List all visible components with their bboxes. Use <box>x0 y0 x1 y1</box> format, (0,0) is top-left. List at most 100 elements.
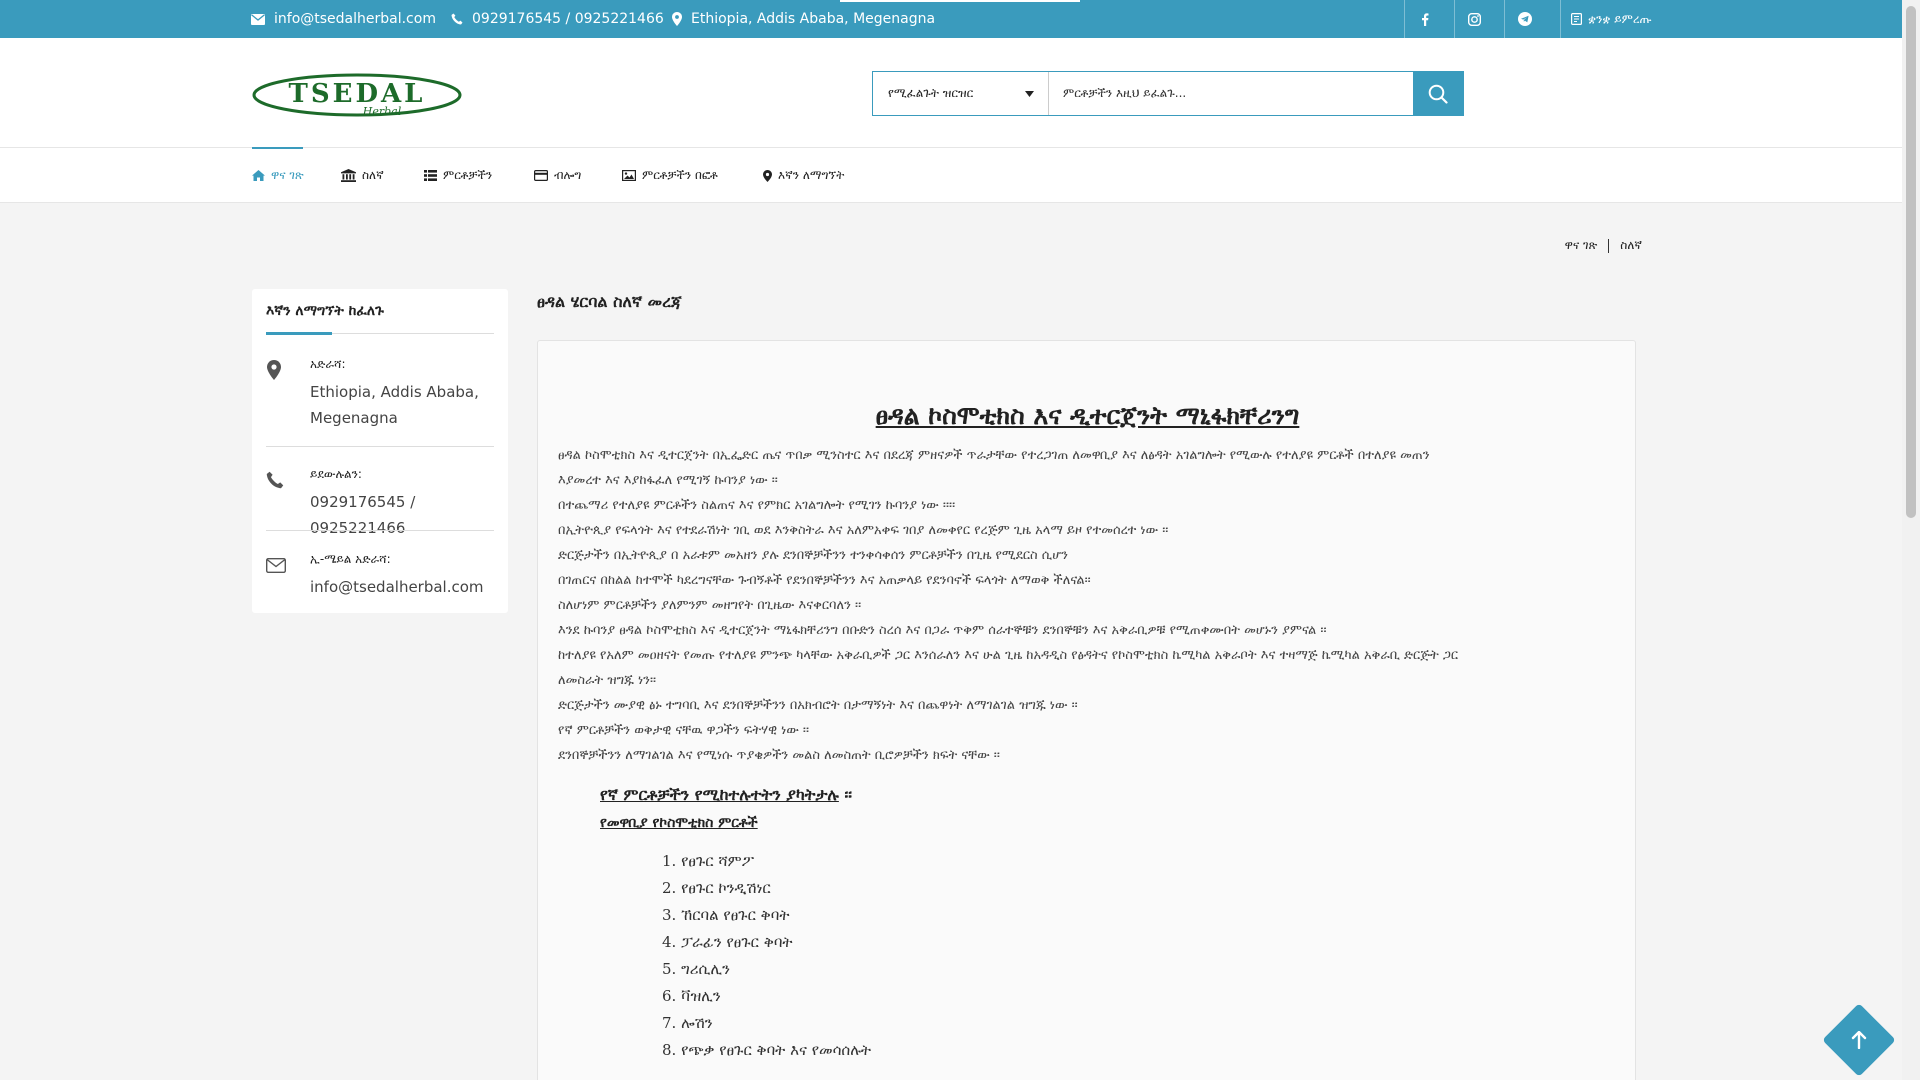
nav-item-home[interactable]: ዋና ገጽ <box>252 148 304 203</box>
list-item: 4. ፓራፊን የፀጉር ቅባት <box>662 933 793 951</box>
page-title: ፀዳል ሄርባል ስለኛ መረጃ <box>537 292 682 311</box>
list-item: 1. የፀጉር ሻምፖ <box>662 852 754 870</box>
paragraph-line: ስለሆነም ምርቶቻችን ያለምንም መዘግየት በጊዜው እናቀርባለን ፡፡ <box>558 598 862 613</box>
list-item: 8. የጭቃ የፀጉር ቅባት እና የመሳሰሉት <box>662 1041 872 1059</box>
breadcrumb-current: ስለኛ <box>1620 238 1642 252</box>
sidebar-title-accent <box>266 332 332 335</box>
search-button[interactable] <box>1413 72 1463 115</box>
company-heading: ፀዳል ኮስሞቲክስ እና ዲተርጀንት ማኒፋክቸሪንግ <box>875 401 1300 430</box>
sidebar-email[interactable]: ኢ-ሜይል አድራሻ: info@tsedalherbal.com <box>266 552 494 604</box>
products-subheading-text: የኛ ምርቶቻችን የሚከተሉተትን ያካትታሉ <box>600 785 839 804</box>
list-item: 7. ሎሽን <box>662 1014 713 1032</box>
nav-item-label: ብሎግ <box>554 168 582 182</box>
image-icon <box>622 170 636 181</box>
email-value: info@tsedalherbal.com <box>310 578 484 596</box>
breadcrumb-home-link[interactable]: ዋና ገጽ <box>1565 238 1598 253</box>
main-navigation: ዋና ገጽ ስለኛ ምርቶቻችን ብሎግ ምርቶቻችን በፎቶ እኛን ለማግኘ… <box>0 147 1902 203</box>
card-icon <box>534 170 548 181</box>
telegram-icon <box>1517 12 1532 26</box>
product-search: የሚፈልጉት ዝርዝር ምርቶቻችን እዚህ ይፈልጉ... <box>872 71 1464 116</box>
paragraph-line: በተጨማሪ የተለያዩ ምርቶችን ስልጠና እና የምክር አገልግሎት የሚ… <box>558 498 956 513</box>
paragraph-line: ድርጅታችን በኢትዮጲያ በ አራቱም መአዘን ያሉ ደንበኞቻችንን ተን… <box>558 548 1068 563</box>
nav-item-label: ምርቶቻችን <box>443 168 493 182</box>
nav-item-products[interactable]: ምርቶቻችን <box>424 148 492 203</box>
paragraph-line: እያመረተ እና እያከፋፈለ የሚገኝ ኩባንያ ነው ፡፡ <box>558 473 778 488</box>
home-icon <box>252 170 265 181</box>
site-header: TSEDAL Herbal የሚፈልጉት ዝርዝር ምርቶቻችን እዚህ ይፈል… <box>0 38 1902 148</box>
address-value: Ethiopia, Addis Ababa, Megenagna <box>310 379 479 431</box>
about-content-panel: ፀዳል ኮስሞቲክስ እና ዲተርጀንት ማኒፋክቸሪንግ ፀዳል ኮስሞቲክስ… <box>537 340 1636 1080</box>
sidebar-phone[interactable]: ይደውሉልን: 0929176545 / 0925221466 <box>266 467 494 537</box>
topbar-email-text: info@tsedalherbal.com <box>274 11 436 27</box>
envelope-icon <box>251 13 265 25</box>
list-item: 6. ቫዝሊን <box>662 987 721 1005</box>
nav-item-about[interactable]: ስለኛ <box>341 148 384 203</box>
paragraph-line: በኢትዮጲያ የፍላጎት እና የተደራሽነት ገቢ ወደ እንቅስትራ እና … <box>558 523 1169 538</box>
nav-item-label: እኛን ለማግኘት <box>778 168 845 182</box>
nav-item-label: ምርቶቻችን በፎቶ <box>642 168 718 182</box>
caret-down-icon <box>1025 90 1034 97</box>
search-category-label: የሚፈልጉት ዝርዝር <box>888 86 974 100</box>
instagram-link[interactable] <box>1454 0 1494 38</box>
nav-item-gallery[interactable]: ምርቶቻችን በፎቶ <box>622 148 718 203</box>
instagram-icon <box>1468 12 1481 26</box>
list-item: 5. ግሪሲሊን <box>662 960 731 978</box>
paragraph-line: ድርጅታችን ሙያዊ ፅኑ ተግባቢ እና ደንበኞቻችንን በአክብሮት በታ… <box>558 698 1078 713</box>
nav-item-label: ስለኛ <box>362 168 384 182</box>
breadcrumb: ዋና ገጽ ስለኛ <box>1565 238 1642 253</box>
telegram-link[interactable] <box>1504 0 1544 38</box>
topbar-location: Ethiopia, Addis Ababa, Megenagna <box>672 0 935 38</box>
map-marker-icon <box>672 12 682 26</box>
phone-icon <box>266 471 284 489</box>
sidebar-address: አድራሻ: Ethiopia, Addis Ababa, Megenagna <box>266 357 494 437</box>
paragraph-line: በገጠርና በከልል ከተሞች ካደረግናቸው ጉብኝቶች የደንበኞቻችንን … <box>558 573 1091 588</box>
facebook-icon <box>1421 12 1428 26</box>
search-category-select[interactable]: የሚፈልጉት ዝርዝር <box>873 72 1049 115</box>
list-item: 2. የፀጉር ኮንዲሽነር <box>662 879 771 897</box>
phone-value: 0929176545 / 0925221466 <box>310 493 416 537</box>
search-icon <box>1428 84 1448 104</box>
products-subheading-suffix: ፡፡ <box>838 785 852 804</box>
product-list: 1. የፀጉር ሻምፖ 2. የፀጉር ኮንዲሽነር 3. ኸርባል የፀጉር … <box>662 848 871 1064</box>
paragraph-line: እንደ ኩባንያ ፀዳል ኮስሞቲክስ እና ዲተርጀንት ማኒፋክቸሪንግ በ… <box>558 623 1327 638</box>
address-line-1: Ethiopia, Addis Ababa, <box>310 383 479 401</box>
nav-item-label: ዋና ገጽ <box>271 168 304 182</box>
search-placeholder: ምርቶቻችን እዚህ ይፈልጉ... <box>1063 86 1187 100</box>
facebook-link[interactable] <box>1404 0 1444 38</box>
arrow-up-icon <box>1847 1028 1871 1052</box>
sidebar-divider <box>266 446 494 447</box>
paragraph-line: የኛ ምርቶቻችን ወቅታዊ ናቸዉ ዋጋችን ፍትሃዊ ነው ፡፡ <box>558 723 810 738</box>
map-marker-icon <box>267 360 281 380</box>
topbar-email[interactable]: info@tsedalherbal.com <box>251 0 436 38</box>
scrollbar-thumb[interactable] <box>1906 6 1916 518</box>
svg-text:TSEDAL: TSEDAL <box>289 79 426 109</box>
address-line-2: Megenagna <box>310 409 398 427</box>
address-label: አድራሻ: <box>310 357 346 371</box>
list-item: 3. ኸርባል የፀጉር ቅባት <box>662 906 790 924</box>
language-label: ቋንቋ ይምረጡ <box>1588 11 1652 26</box>
svg-text:Herbal: Herbal <box>362 105 402 118</box>
map-marker-icon <box>763 169 772 182</box>
sidebar-divider <box>266 530 494 531</box>
phone-label: ይደውሉልን: <box>310 467 362 481</box>
breadcrumb-separator <box>1608 238 1610 253</box>
nav-item-blog[interactable]: ብሎግ <box>534 148 581 203</box>
paragraph-line: ፀዳል ኮስሞቲክስ እና ዲተርጀንት በኢፌድር ጤና ጥበቃ ሚንስተር … <box>558 448 1430 463</box>
topbar-phone[interactable]: 0929176545 / 0925221466 <box>451 0 664 38</box>
tsedal-logo[interactable]: TSEDAL Herbal <box>252 71 462 119</box>
list-icon <box>424 170 437 181</box>
phone-icon <box>451 13 463 25</box>
paragraph-line: ደንበኞቻችንን ለማገልገል እና የሚነሱ ጥያቄዎችን መልስ ለመስጠት… <box>558 748 1000 763</box>
paragraph-line: ከተለያዩ የአለም መዐዘናት የመጡ የተለያዩ ምንጭ ካላቸው አቅራቢ… <box>558 648 1459 663</box>
nav-item-contact[interactable]: እኛን ለማግኘት <box>763 148 844 203</box>
page-scrollbar[interactable] <box>1902 0 1920 1080</box>
language-selector[interactable]: ቋንቋ ይምረጡ <box>1560 0 1652 38</box>
sidebar-title: እኛን ለማግኘት ከፈለጉ <box>266 303 384 319</box>
search-input[interactable]: ምርቶቻችን እዚህ ይፈልጉ... <box>1049 72 1413 115</box>
institution-icon <box>341 169 356 182</box>
envelope-icon <box>266 558 286 573</box>
cosmetics-subheading: የመዋቢያ የኮስሞቲክስ ምርቶች <box>600 815 758 831</box>
products-subheading: የኛ ምርቶቻችን የሚከተሉተትን ያካትታሉ ፡፡ <box>600 785 852 805</box>
contact-sidebar: እኛን ለማግኘት ከፈለጉ አድራሻ: Ethiopia, Addis Aba… <box>252 289 508 613</box>
email-label: ኢ-ሜይል አድራሻ: <box>310 552 391 566</box>
